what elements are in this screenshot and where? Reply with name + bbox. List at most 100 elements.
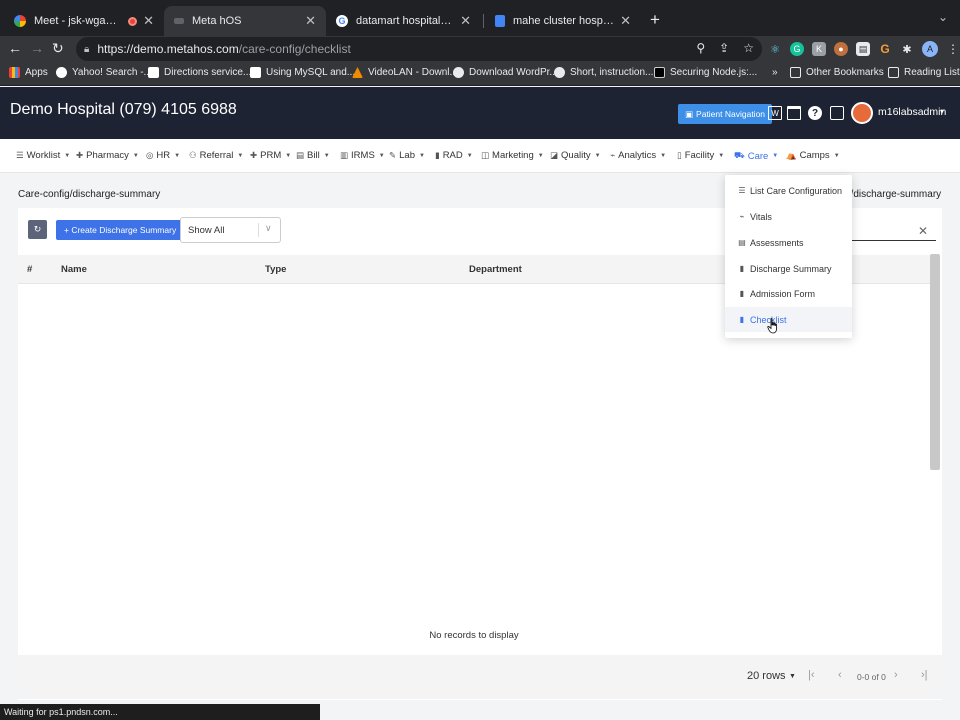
bookmarks-overflow[interactable]: » — [772, 67, 778, 78]
zoom-icon[interactable]: ⚲ — [696, 41, 705, 55]
help-icon[interactable]: ? — [808, 106, 822, 120]
bookmark-apps[interactable]: Apps — [9, 67, 48, 78]
bookmark-directions[interactable]: Directions service... — [148, 67, 251, 78]
nav-prm[interactable]: ✚ PRM ▼ — [250, 150, 291, 161]
previous-page-icon[interactable]: ‹ — [838, 669, 842, 681]
create-discharge-summary-button[interactable]: + Create Discharge Summary — [56, 220, 185, 240]
menu-item-label: List Care Configuration — [750, 185, 843, 196]
chevron-down-icon: ▼ — [285, 152, 292, 159]
last-page-icon[interactable]: ›| — [921, 669, 928, 681]
back-icon[interactable]: ← — [8, 40, 22, 56]
table-scrollbar[interactable] — [930, 254, 940, 470]
clear-search-icon[interactable]: ✕ — [918, 224, 928, 238]
next-page-icon[interactable]: › — [894, 669, 898, 681]
column-header-name[interactable]: Name — [61, 264, 87, 275]
site-icon — [250, 67, 261, 78]
user-avatar[interactable] — [851, 102, 873, 124]
browser-menu-icon[interactable]: ⋮ — [946, 42, 960, 56]
extensions-area: ⚛ G K ● ▤ G ✱ A ⋮ — [768, 41, 960, 57]
bookmark-mysql[interactable]: Using MySQL and... — [250, 67, 355, 78]
grammarly-icon[interactable]: G — [790, 42, 804, 56]
new-tab-icon[interactable]: + — [650, 10, 660, 30]
nav-lab[interactable]: ✎ Lab ▼ — [389, 150, 425, 161]
bookmark-short-instruction[interactable]: Short, instruction... — [554, 67, 653, 78]
extension-cookie-icon[interactable]: ● — [834, 42, 848, 56]
bookmark-reading-list[interactable]: Reading List — [888, 67, 960, 78]
first-page-icon[interactable]: |‹ — [808, 669, 815, 681]
bookmark-wordpress[interactable]: Download WordPr... — [453, 67, 558, 78]
column-header-department[interactable]: Department — [469, 264, 522, 275]
extension-k-icon[interactable]: K — [812, 42, 826, 56]
column-header-index[interactable]: # — [27, 264, 32, 275]
forward-icon[interactable]: → — [30, 40, 44, 56]
bookmark-securing-node[interactable]: Securing Node.js:... — [654, 67, 757, 78]
bookmark-yahoo[interactable]: Yahoo! Search -... — [56, 67, 152, 78]
chat-icon[interactable] — [830, 106, 844, 120]
select-divider — [258, 223, 259, 237]
window-icon[interactable] — [787, 106, 801, 120]
extensions-puzzle-icon[interactable]: ✱ — [900, 42, 914, 56]
list-icon: ☰ — [738, 186, 746, 195]
browser-tab-mahe[interactable]: mahe cluster hospitals ehr req ✕ — [485, 6, 641, 36]
share-icon[interactable]: ⇪ — [719, 41, 729, 55]
bookmark-label: VideoLAN - Downl... — [368, 67, 458, 78]
close-tab-icon[interactable]: ✕ — [460, 13, 471, 29]
menu-item-admission-form[interactable]: ▮ Admission Form — [725, 281, 852, 306]
extension-doc-icon[interactable]: ▤ — [856, 42, 870, 56]
nav-irms[interactable]: ▥ IRMS ▼ — [340, 150, 385, 161]
browser-tab-datamart[interactable]: G datamart hospital information ✕ — [326, 6, 481, 36]
address-bar[interactable]: 🔒︎ https://demo.metahos.com/care-config/… — [76, 37, 762, 61]
bookmark-star-icon[interactable]: ☆ — [743, 41, 754, 55]
menu-item-discharge-summary[interactable]: ▮ Discharge Summary — [725, 256, 852, 281]
nav-marketing[interactable]: ◫ Marketing ▼ — [481, 150, 544, 161]
search-input[interactable] — [845, 240, 936, 241]
nav-label: Marketing — [492, 150, 534, 161]
word-document-icon[interactable]: W — [768, 106, 782, 120]
nav-care[interactable]: ⛟ Care ▼ — [734, 150, 778, 162]
chevron-down-icon[interactable]: ▾ — [940, 107, 944, 116]
nav-referral[interactable]: ⚇ Referral ▼ — [189, 150, 243, 161]
react-devtools-icon[interactable]: ⚛ — [768, 42, 782, 56]
menu-item-checklist[interactable]: ▮ Checklist — [725, 307, 852, 332]
username[interactable]: m16labsadmin — [878, 106, 946, 118]
nav-analytics[interactable]: ⌁ Analytics ▼ — [610, 150, 666, 161]
bookmark-other[interactable]: Other Bookmarks — [790, 67, 884, 78]
column-header-type[interactable]: Type — [265, 264, 286, 275]
browser-tab-metahos[interactable]: Meta hOS ✕ — [164, 6, 326, 36]
folder-icon — [790, 67, 801, 78]
nav-camps[interactable]: ⛺ Camps ▼ — [786, 150, 840, 161]
nav-pharmacy[interactable]: ✚ Pharmacy ▼ — [76, 150, 139, 161]
close-tab-icon[interactable]: ✕ — [143, 13, 154, 29]
nav-facility[interactable]: ▯ Facility ▼ — [677, 150, 724, 161]
patient-navigation-button[interactable]: ▣ Patient Navigation — [678, 104, 773, 124]
tab-title: datamart hospital information — [356, 15, 454, 27]
menu-item-assessments[interactable]: ▤ Assessments — [725, 230, 852, 255]
menu-item-list-care-configuration[interactable]: ☰ List Care Configuration — [725, 178, 852, 203]
browser-toolbar: ← → ↻ 🔒︎ https://demo.metahos.com/care-c… — [0, 36, 960, 62]
browser-tab-meet[interactable]: Meet - jsk-wgaw-jbs ✕ — [4, 6, 164, 36]
nav-rad[interactable]: ▮ RAD ▼ — [435, 150, 473, 161]
nav-hr[interactable]: ◎ HR ▼ — [146, 150, 180, 161]
wordpress-icon — [453, 67, 464, 78]
menu-item-vitals[interactable]: ⌁ Vitals — [725, 204, 852, 229]
nav-quality[interactable]: ◪ Quality ▼ — [550, 150, 601, 161]
nav-label: Care — [747, 150, 769, 162]
close-tab-icon[interactable]: ✕ — [620, 13, 631, 29]
close-tab-icon[interactable]: ✕ — [305, 13, 316, 29]
chevron-down-icon: ▼ — [64, 152, 71, 159]
app-header: Demo Hospital (079) 4105 6988 ▣ Patient … — [0, 87, 960, 139]
camps-icon: ⛺ — [786, 150, 797, 160]
extension-g-icon[interactable]: G — [878, 42, 892, 56]
refresh-button[interactable]: ↻ — [28, 220, 47, 239]
bookmarks-bar: Apps Yahoo! Search -... Directions servi… — [0, 62, 960, 86]
reload-icon[interactable]: ↻ — [52, 40, 64, 57]
nav-worklist[interactable]: ☰ Worklist ▼ — [16, 150, 70, 161]
nav-bill[interactable]: ▤ Bill ▼ — [296, 150, 330, 161]
tab-search-icon[interactable]: ⌄ — [938, 10, 948, 24]
chevron-down-icon[interactable]: ▼ — [789, 673, 796, 680]
rows-per-page-select[interactable]: 20 rows — [747, 670, 786, 682]
profile-avatar[interactable]: A — [922, 41, 938, 57]
filter-select[interactable]: Show All ∨ — [180, 217, 281, 243]
tab-separator — [483, 14, 484, 28]
bookmark-videolan[interactable]: VideoLAN - Downl... — [352, 67, 458, 78]
